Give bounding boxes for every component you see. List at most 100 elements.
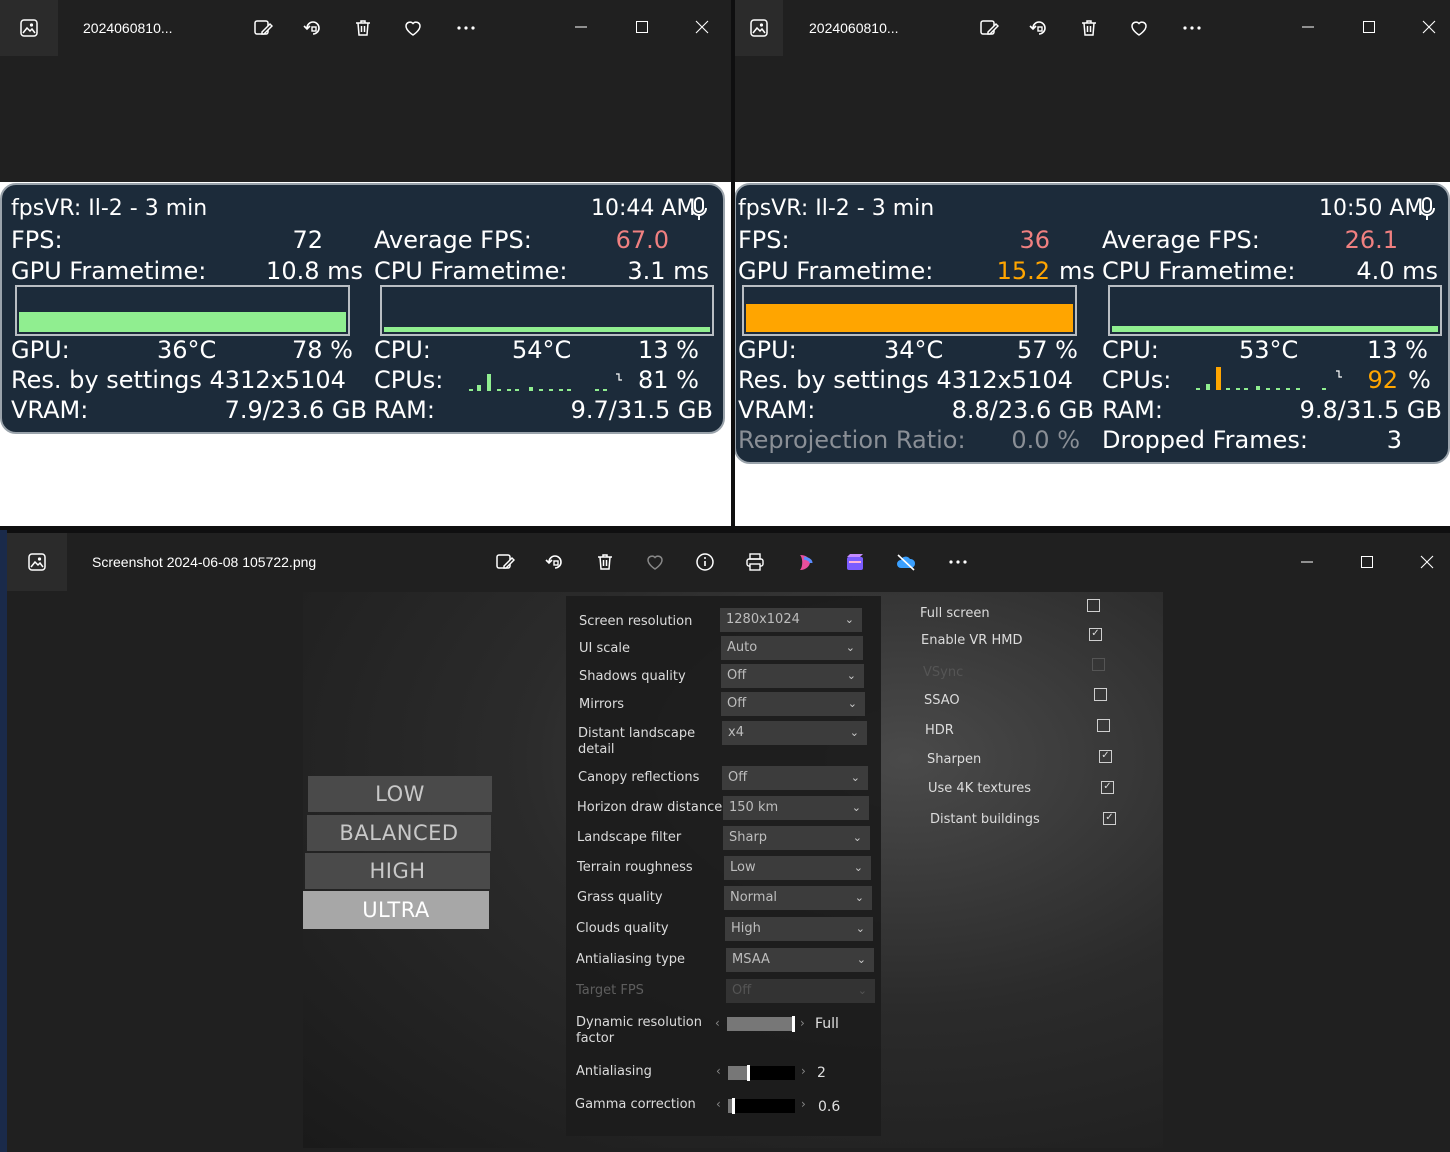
favorite-heart-icon[interactable] — [641, 548, 669, 576]
photos-app-icon[interactable] — [735, 0, 783, 56]
shadows-quality-dropdown[interactable]: Off ⌄ — [721, 664, 864, 688]
preset-low-button[interactable]: LOW — [308, 776, 492, 812]
delete-icon[interactable] — [1075, 14, 1103, 42]
chevron-down-icon: ⌄ — [857, 984, 867, 997]
close-icon[interactable] — [1409, 547, 1445, 577]
preset-ultra-button[interactable]: ULTRA — [303, 891, 489, 929]
chevron-down-icon: ⌄ — [852, 831, 862, 844]
cpus-value: 92 — [1367, 366, 1398, 394]
copilot-designer-icon[interactable] — [792, 548, 820, 576]
photos-app-icon[interactable] — [7, 533, 67, 591]
close-icon[interactable] — [684, 12, 720, 42]
slider-value: 0.6 — [818, 1099, 841, 1115]
delete-icon[interactable] — [349, 14, 377, 42]
maximize-icon[interactable] — [624, 12, 660, 42]
gpu-frametime-label: GPU Frametime: — [738, 257, 934, 285]
sharpen-checkbox[interactable]: ✓ — [1099, 750, 1112, 763]
ssao-checkbox[interactable] — [1094, 688, 1107, 701]
favorite-heart-icon[interactable] — [399, 14, 427, 42]
canopy-reflections-dropdown[interactable]: Off ⌄ — [722, 766, 868, 790]
vram-value: 8.8/23.6 GB — [951, 396, 1094, 424]
fps-label: FPS: — [11, 226, 63, 254]
delete-icon[interactable] — [591, 548, 619, 576]
edit-image-icon[interactable] — [491, 548, 519, 576]
distant-landscape-dropdown[interactable]: x4 ⌄ — [722, 721, 867, 745]
chevron-right-icon[interactable]: › — [801, 1097, 806, 1111]
dynamic-resolution-slider[interactable] — [727, 1016, 795, 1032]
checkbox-label: VSync — [923, 665, 964, 680]
edit-image-icon[interactable] — [975, 14, 1003, 42]
more-options-icon[interactable] — [452, 14, 480, 42]
minimize-icon[interactable] — [1289, 547, 1325, 577]
dropdown-value: Auto — [727, 640, 758, 655]
reprojection-value: 0.0 % — [1011, 426, 1080, 454]
cpu-frametime-label: CPU Frametime: — [374, 257, 568, 285]
gpu-frametime-label: GPU Frametime: — [11, 257, 207, 285]
microphone-icon — [1419, 197, 1435, 228]
gpu-frametime-graph — [742, 285, 1077, 336]
maximize-icon[interactable] — [1349, 547, 1385, 577]
minimize-icon[interactable] — [1290, 12, 1326, 42]
preset-balanced-button[interactable]: BALANCED — [307, 815, 491, 851]
chevron-down-icon: ⌄ — [854, 891, 864, 904]
setting-label: Mirrors — [579, 697, 625, 712]
hdr-checkbox[interactable] — [1097, 719, 1110, 732]
vsync-checkbox — [1092, 658, 1105, 671]
rotate-icon[interactable] — [1025, 14, 1053, 42]
antialiasing-slider[interactable] — [728, 1065, 795, 1081]
screen-resolution-dropdown[interactable]: 1280x1024 ⌄ — [720, 608, 862, 632]
minimize-icon[interactable] — [563, 12, 599, 42]
chevron-left-icon[interactable]: ‹ — [715, 1016, 720, 1030]
print-icon[interactable] — [741, 548, 769, 576]
preset-high-button[interactable]: HIGH — [305, 853, 490, 889]
terrain-roughness-dropdown[interactable]: Low ⌄ — [724, 856, 871, 880]
full-screen-checkbox[interactable] — [1087, 599, 1100, 612]
enable-vr-hmd-checkbox[interactable]: ✓ — [1089, 628, 1102, 641]
chevron-right-icon[interactable]: › — [800, 1016, 805, 1030]
info-icon[interactable] — [691, 548, 719, 576]
dropdown-value: 1280x1024 — [726, 612, 800, 627]
grass-quality-dropdown[interactable]: Normal ⌄ — [724, 886, 872, 910]
ram-value: 9.8/31.5 GB — [1299, 396, 1442, 424]
chevron-down-icon: ⌄ — [851, 801, 861, 814]
cpu-load: 13 % — [638, 336, 699, 364]
rotate-icon[interactable] — [541, 548, 569, 576]
setting-label: Landscape filter — [577, 830, 682, 845]
setting-label: Antialiasing type — [576, 952, 686, 967]
dropped-frames-label: Dropped Frames: — [1102, 426, 1308, 454]
cpus-value: 81 % — [638, 366, 699, 394]
dropdown-value: x4 — [728, 725, 744, 740]
more-options-icon[interactable] — [1178, 14, 1206, 42]
edit-image-icon[interactable] — [249, 14, 277, 42]
close-icon[interactable] — [1411, 12, 1447, 42]
distant-buildings-checkbox[interactable]: ✓ — [1103, 812, 1116, 825]
setting-label: Grass quality — [577, 890, 663, 905]
horizon-draw-distance-dropdown[interactable]: 150 km ⌄ — [723, 796, 869, 820]
rotate-icon[interactable] — [299, 14, 327, 42]
more-options-icon[interactable] — [944, 548, 972, 576]
gpu-temp: 34°C — [884, 336, 944, 364]
use-4k-textures-checkbox[interactable]: ✓ — [1101, 781, 1114, 794]
mirrors-dropdown[interactable]: Off ⌄ — [721, 692, 865, 716]
cpu-temp: 54°C — [512, 336, 572, 364]
clouds-quality-dropdown[interactable]: High ⌄ — [725, 917, 873, 941]
maximize-icon[interactable] — [1351, 12, 1387, 42]
chevron-left-icon[interactable]: ‹ — [716, 1097, 721, 1111]
ui-scale-dropdown[interactable]: Auto ⌄ — [721, 636, 863, 660]
overlay-header: fpsVR: Il-2 - 3 min — [11, 196, 208, 221]
clipchamp-icon[interactable] — [841, 548, 869, 576]
setting-label: UI scale — [579, 641, 630, 656]
vram-label: VRAM: — [738, 396, 816, 424]
fpsvr-overlay: fpsVR: Il-2 - 3 min 10:44 AM FPS: 72 Ave… — [0, 183, 725, 434]
antialiasing-type-dropdown[interactable]: MSAA ⌄ — [726, 948, 874, 972]
landscape-filter-dropdown[interactable]: Sharp ⌄ — [723, 826, 870, 850]
chevron-right-icon[interactable]: › — [801, 1064, 806, 1078]
photos-app-icon[interactable] — [0, 0, 58, 56]
setting-label: Terrain roughness — [577, 860, 693, 875]
photos-window-left: 2024060810... fpsVR: Il-2 - 3 min 10:44 … — [0, 0, 731, 526]
chevron-left-icon[interactable]: ‹ — [716, 1064, 721, 1078]
title-bar: 2024060810... — [0, 0, 731, 56]
onedrive-sync-off-icon[interactable] — [892, 548, 920, 576]
favorite-heart-icon[interactable] — [1125, 14, 1153, 42]
gamma-correction-slider[interactable] — [728, 1098, 795, 1114]
